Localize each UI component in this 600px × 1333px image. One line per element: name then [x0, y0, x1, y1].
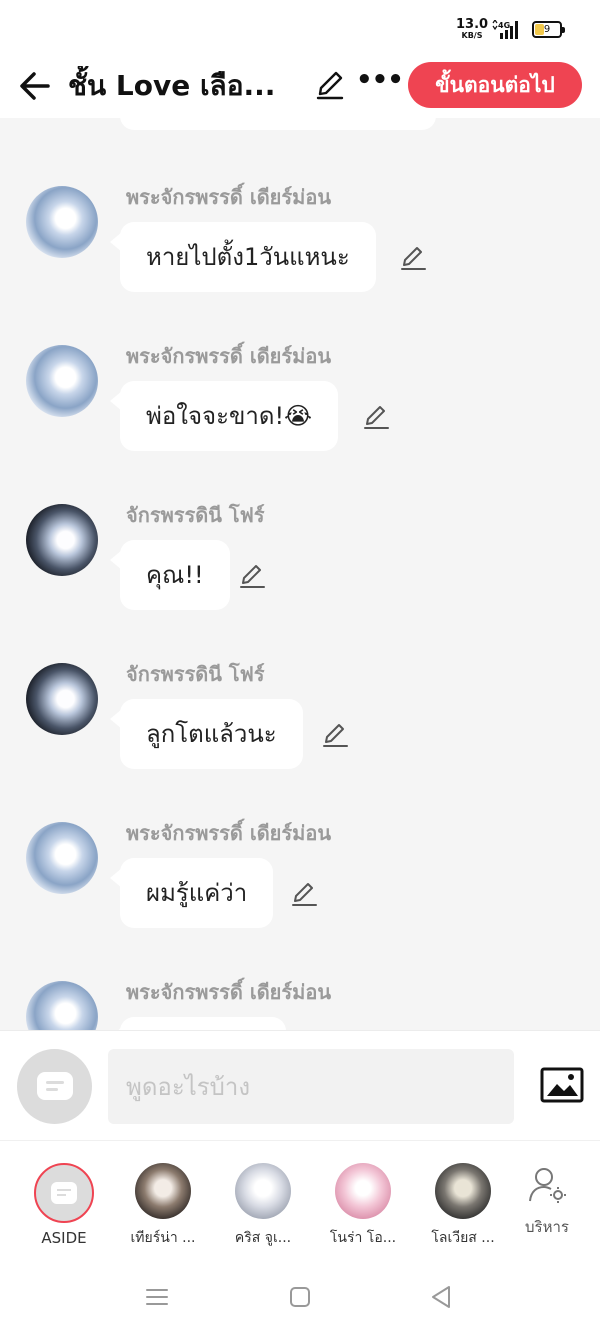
character-aside[interactable]: ASIDE	[0, 1141, 100, 1261]
image-icon[interactable]	[540, 1067, 584, 1103]
status-bar: 13.0 KB/S 4G 9	[0, 0, 600, 56]
message-bubble-partial	[120, 118, 436, 130]
edit-pencil-icon[interactable]	[361, 401, 391, 431]
avatar	[135, 1163, 191, 1219]
sender-name: จักรพรรดินี โฟร์	[126, 662, 265, 686]
sender-name: พระจักรพรรดิ์ เดียร์ม่อน	[126, 821, 332, 845]
message-item: พระจักรพรรดิ์ เดียร์ม่อน หายไปตั้ง1วันแห…	[0, 182, 600, 322]
message-bubble[interactable]: ลูกโตแล้วนะ	[110, 699, 303, 769]
edit-pencil-icon[interactable]	[312, 66, 348, 102]
sender-name: พระจักรพรรดิ์ เดียร์ม่อน	[126, 185, 332, 209]
message-item: พระจักรพรรดิ์ เดียร์ม่อน ผมรู้แค่ว่า	[0, 818, 600, 958]
manage-label: บริหาร	[525, 1218, 569, 1236]
edit-pencil-icon[interactable]	[237, 560, 267, 590]
sender-name: พระจักรพรรดิ์ เดียร์ม่อน	[126, 344, 332, 368]
edit-pencil-icon[interactable]	[320, 719, 350, 749]
character-item[interactable]: โลเวียส ...	[413, 1141, 513, 1261]
back-arrow-icon[interactable]	[14, 64, 58, 108]
character-item[interactable]: คริส จูเ...	[213, 1141, 313, 1261]
battery-icon: 9	[532, 21, 565, 38]
message-bubble[interactable]: ผมรู้แค่ว่า	[109, 858, 274, 928]
character-item[interactable]: เทียร์น่า ...	[113, 1141, 213, 1261]
next-step-button[interactable]: ขั้นตอนต่อไป	[408, 62, 582, 108]
avatar	[235, 1163, 291, 1219]
message-bubble[interactable]	[110, 1017, 286, 1030]
aside-toggle-button[interactable]	[17, 1049, 92, 1124]
character-label: โลเวียส ...	[431, 1230, 495, 1246]
avatar[interactable]	[26, 981, 98, 1030]
character-label: ASIDE	[41, 1229, 87, 1247]
story-title[interactable]: ชั้น Love เลือ...	[68, 66, 298, 106]
message-bubble[interactable]: หายไปตั้ง1วันแหนะ	[110, 222, 376, 292]
character-label: เทียร์น่า ...	[130, 1230, 196, 1246]
back-triangle-icon[interactable]	[427, 1282, 457, 1312]
aside-icon	[34, 1163, 94, 1223]
message-bubble[interactable]: คุณ!!	[110, 540, 230, 610]
message-item: พระจักรพรรดิ์ เดียร์ม่อน พ่อใจจะขาด!😭	[0, 341, 600, 481]
network-speed-value: 13.0	[456, 17, 489, 32]
network-speed-unit: KB/S	[461, 31, 483, 40]
avatar[interactable]	[26, 345, 98, 417]
character-label: โนร่า โอ...	[329, 1230, 397, 1246]
battery-level: 9	[543, 24, 551, 35]
menu-icon[interactable]	[142, 1282, 172, 1312]
avatar[interactable]	[26, 822, 98, 894]
system-nav-bar	[0, 1260, 600, 1333]
svg-text:4G: 4G	[498, 21, 510, 30]
manage-button[interactable]: บริหาร	[512, 1141, 582, 1261]
message-item: จักรพรรดินี โฟร์ ลูกโตแล้วนะ	[0, 659, 600, 799]
more-options-icon[interactable]: •••	[356, 66, 404, 102]
message-item: พระจักรพรรดิ์ เดียร์ม่อน	[0, 977, 600, 1030]
message-bubble[interactable]: พ่อใจจะขาด!😭	[109, 381, 339, 451]
message-item: จักรพรรดินี โฟร์ คุณ!!	[0, 500, 600, 640]
avatar	[435, 1163, 491, 1219]
character-selector: ASIDE เทียร์น่า ... คริส จูเ... โนร่า โอ…	[0, 1140, 600, 1260]
character-label: คริส จูเ...	[234, 1230, 292, 1246]
avatar[interactable]	[26, 663, 98, 735]
edit-pencil-icon[interactable]	[289, 878, 319, 908]
sender-name: พระจักรพรรดิ์ เดียร์ม่อน	[126, 980, 332, 1004]
network-speed: 13.0 KB/S	[456, 18, 488, 40]
avatar	[335, 1163, 391, 1219]
message-input[interactable]	[108, 1049, 514, 1124]
sender-name: จักรพรรดินี โฟร์	[126, 503, 265, 527]
chat-area[interactable]: พระจักรพรรดิ์ เดียร์ม่อน หายไปตั้ง1วันแห…	[0, 118, 600, 1030]
home-icon[interactable]	[285, 1282, 315, 1312]
avatar[interactable]	[26, 504, 98, 576]
user-settings-icon	[529, 1168, 566, 1203]
character-item[interactable]: โนร่า โอ...	[313, 1141, 413, 1261]
message-composer	[0, 1030, 600, 1140]
edit-pencil-icon[interactable]	[398, 242, 428, 272]
signal-icon: 4G	[492, 20, 518, 39]
aside-icon	[37, 1072, 73, 1100]
top-bar: ชั้น Love เลือ... ••• ขั้นตอนต่อไป	[0, 56, 600, 118]
avatar[interactable]	[26, 186, 98, 258]
